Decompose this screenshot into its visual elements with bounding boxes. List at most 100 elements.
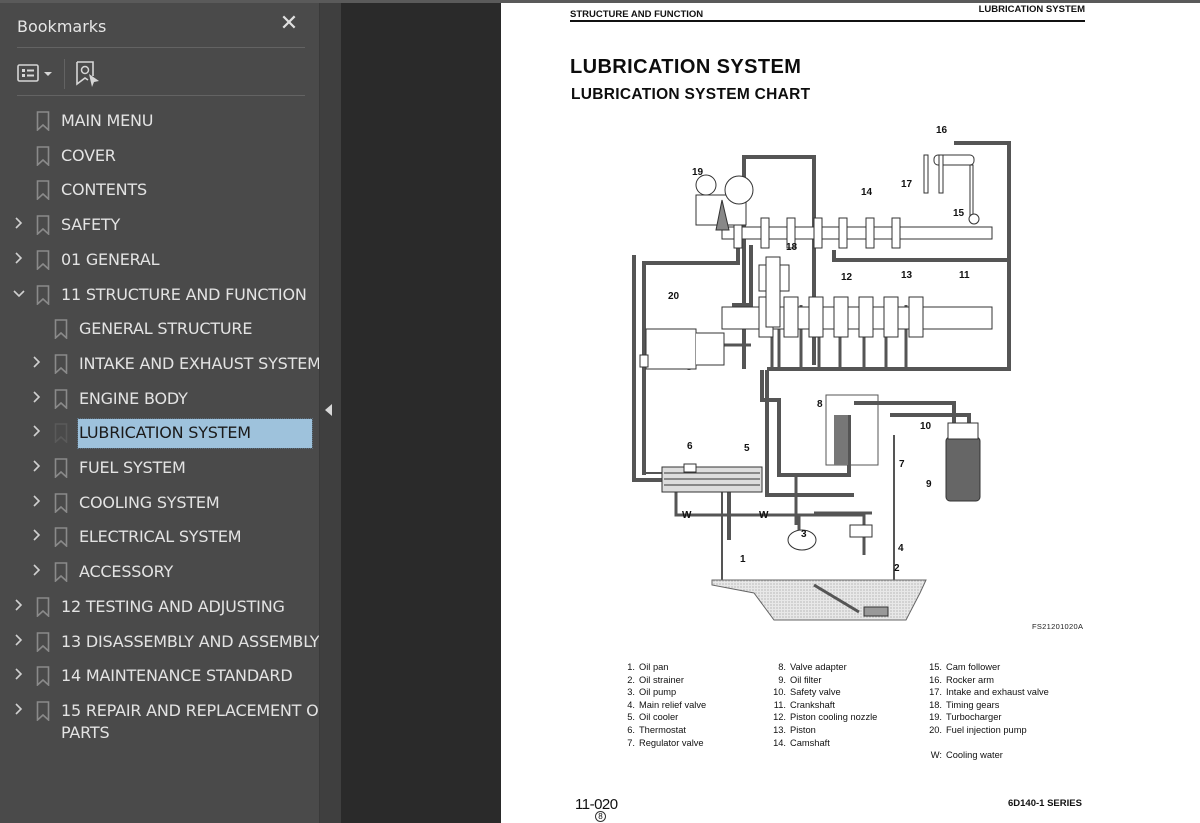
bookmark-icon — [54, 562, 68, 583]
bookmark-icon — [54, 458, 68, 478]
callout-label: 6 — [687, 441, 693, 452]
chevron-right-icon[interactable] — [12, 702, 26, 716]
bookmark-label-continued: PARTS — [61, 722, 110, 742]
callout-label: 12 — [841, 272, 853, 283]
chevron-right-icon[interactable] — [30, 459, 44, 473]
legend-number: 2. — [627, 674, 635, 685]
collapse-panel-arrow-icon[interactable] — [325, 404, 332, 416]
bookmark-item[interactable]: 13 DISASSEMBLY AND ASSEMBLY — [0, 625, 320, 659]
bookmark-icon — [54, 319, 68, 340]
chevron-down-icon[interactable] — [12, 286, 26, 300]
chevron-right-icon[interactable] — [30, 424, 44, 438]
bookmark-label: CONTENTS — [61, 180, 147, 200]
bookmark-item[interactable]: 12 TESTING AND ADJUSTING — [0, 590, 319, 624]
camshaft — [721, 217, 993, 249]
bookmark-label: 14 MAINTENANCE STANDARD — [61, 666, 293, 686]
legend-column: 15. Cam follower 16. Rocker arm 17. Intake an… — [926, 661, 1049, 761]
bookmark-item[interactable]: MAIN MENU — [0, 104, 319, 138]
chevron-right-icon[interactable] — [30, 355, 44, 369]
callout-label: 4 — [898, 543, 904, 554]
legend-number: 16. — [929, 674, 942, 685]
bookmark-label: ACCESSORY — [79, 562, 174, 582]
legend-item: 16. Rocker arm — [926, 674, 1049, 687]
legend-item: 8. Valve adapter — [770, 661, 877, 674]
callout-label: W — [682, 510, 692, 521]
bookmark-item[interactable]: COOLING SYSTEM — [0, 486, 319, 520]
chevron-right-icon[interactable] — [30, 528, 44, 542]
legend-text: Cooling water — [946, 749, 1003, 760]
chevron-right-icon[interactable] — [12, 633, 26, 647]
list-options-icon — [17, 64, 52, 82]
oil-strainer — [863, 606, 889, 617]
legend-item-cooling-water: W: Cooling water — [926, 749, 1049, 762]
bookmark-item[interactable]: ENGINE BODY — [0, 382, 319, 416]
legend-item: 2. Oil strainer — [619, 674, 706, 687]
bookmark-icon — [36, 596, 50, 617]
find-bookmark-icon — [76, 61, 99, 87]
bookmark-item[interactable]: LUBRICATION SYSTEM — [0, 416, 319, 450]
callout-label: 10 — [920, 421, 932, 432]
bookmark-options-button[interactable] — [17, 62, 57, 86]
bookmark-item[interactable]: 15 REPAIR AND REPLACEMENT OF PARTS — [0, 694, 328, 750]
find-current-bookmark-button[interactable] — [75, 60, 101, 88]
bookmark-item[interactable]: FUEL SYSTEM — [0, 451, 319, 485]
chevron-right-icon[interactable] — [30, 563, 44, 577]
bookmark-item[interactable]: SAFETY — [0, 208, 319, 242]
bookmark-label: COOLING SYSTEM — [79, 492, 220, 512]
chevron-right-icon[interactable] — [12, 598, 26, 612]
bookmark-icon — [36, 701, 50, 721]
legend-text: Valve adapter — [790, 662, 847, 672]
callout-label: 7 — [899, 459, 905, 470]
legend-number: 17. — [929, 687, 942, 698]
main-relief-valve — [849, 524, 873, 538]
bookmark-item[interactable]: COVER — [0, 139, 319, 173]
legend-number: 11. — [773, 699, 786, 710]
callout-label: 20 — [668, 291, 680, 302]
callout-label: 2 — [894, 563, 900, 574]
bookmark-item[interactable]: 01 GENERAL — [0, 243, 319, 277]
fuel-injection-pump — [639, 328, 725, 370]
chevron-right-icon[interactable] — [30, 494, 44, 508]
legend-text: Timing gears — [946, 699, 1000, 710]
bookmark-item[interactable]: 14 MAINTENANCE STANDARD — [0, 659, 319, 693]
callout-label: 9 — [926, 479, 932, 490]
bookmark-label: ENGINE BODY — [79, 388, 188, 408]
legend-item: 14. Camshaft — [770, 737, 877, 750]
legend-text: Fuel injection pump — [946, 724, 1027, 735]
callout-label: 17 — [901, 179, 913, 190]
callout-label: 3 — [801, 529, 807, 540]
bookmark-label: 12 TESTING AND ADJUSTING — [61, 596, 285, 616]
bookmark-item[interactable]: GENERAL STRUCTURE — [0, 312, 319, 346]
figure-code: FS21201020A — [1032, 622, 1084, 631]
bookmark-item[interactable]: ACCESSORY — [0, 555, 319, 589]
bookmark-item[interactable]: CONTENTS — [0, 173, 319, 207]
bookmark-label: MAIN MENU — [61, 111, 154, 130]
bookmark-label: ELECTRICAL SYSTEM — [79, 527, 242, 547]
legend-number: 18. — [929, 699, 942, 710]
legend-number: W: — [930, 749, 942, 760]
bookmark-icon — [54, 423, 68, 444]
bookmark-item[interactable]: 11 STRUCTURE AND FUNCTION — [0, 278, 319, 312]
bookmark-item[interactable]: INTAKE AND EXHAUST SYSTEM — [0, 347, 321, 381]
bookmark-label: LUBRICATION SYSTEM — [79, 423, 251, 443]
callout-label: 15 — [953, 208, 965, 219]
bookmark-label: SAFETY — [61, 215, 121, 235]
legend-number: 13. — [773, 724, 786, 735]
chevron-right-icon[interactable] — [30, 390, 44, 404]
chevron-right-icon[interactable] — [12, 667, 26, 681]
regulator-valve — [834, 415, 848, 465]
chevron-right-icon[interactable] — [12, 251, 26, 265]
bookmark-label: 11 STRUCTURE AND FUNCTION — [61, 284, 307, 304]
legend-text: Thermostat — [639, 724, 687, 735]
chevron-right-icon[interactable] — [12, 216, 26, 230]
toolbar-separator — [64, 59, 65, 89]
bookmark-label: FUEL SYSTEM — [79, 458, 186, 477]
legend-number: 12. — [773, 712, 786, 723]
close-panel-button[interactable]: ✕ — [279, 13, 299, 35]
legend-number: 7. — [627, 737, 635, 748]
timing-gears — [765, 256, 781, 328]
bookmark-item[interactable]: ELECTRICAL SYSTEM — [0, 520, 319, 554]
legend-number: 5. — [627, 712, 635, 723]
page-number: 11-020 — [575, 796, 618, 813]
panel-title: Bookmarks — [17, 17, 107, 36]
